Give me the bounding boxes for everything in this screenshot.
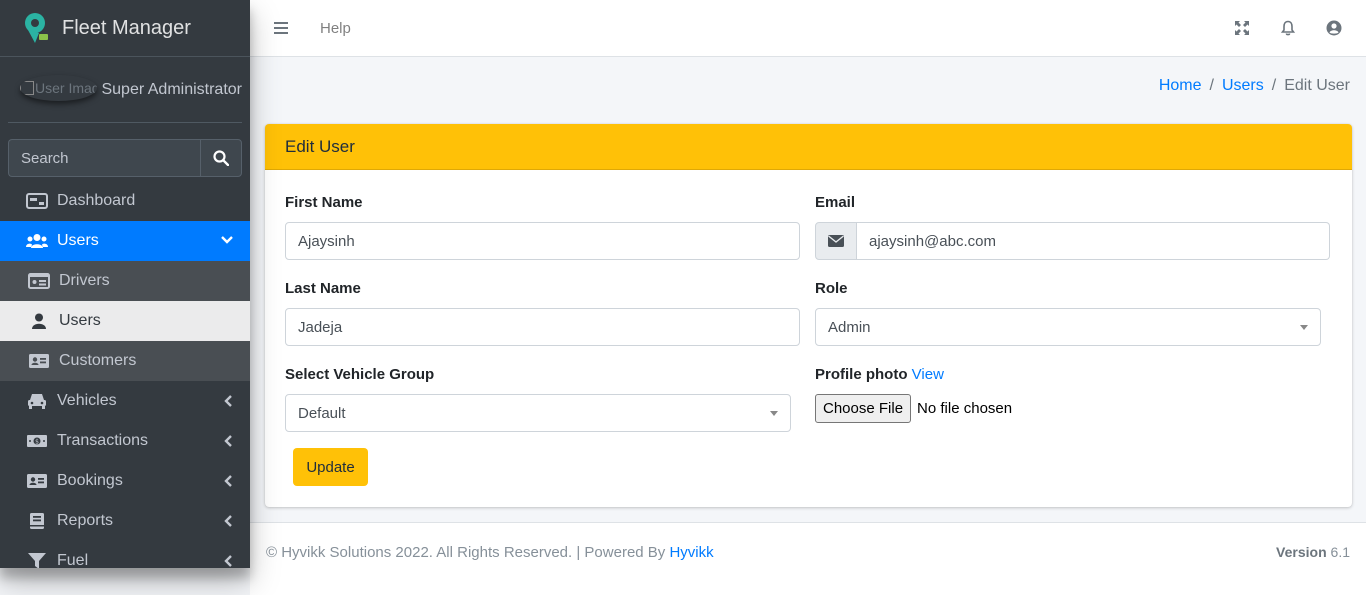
sidebar-item-label: Bookings [57, 472, 123, 489]
first-name-label: First Name [285, 194, 363, 211]
avatar-alt-text: User Image [35, 79, 98, 96]
sidebar-item-bookings[interactable]: Bookings [0, 461, 250, 501]
vehicle-group-label: Select Vehicle Group [285, 366, 435, 383]
brand-name: Fleet Manager [62, 16, 191, 39]
card-title: Edit User [265, 124, 1352, 170]
sidebar: Fleet Manager User Image Super Administr… [0, 0, 250, 568]
sidebar-item-label: Users [59, 312, 101, 329]
vehicle-group-select[interactable]: Default [285, 394, 791, 432]
sidebar-item-label: Vehicles [57, 392, 117, 409]
update-button[interactable]: Update [293, 448, 368, 486]
footer-copyright: © Hyvikk Solutions 2022. All Rights Rese… [266, 544, 714, 561]
chevron-down-icon [221, 236, 233, 244]
sidebar-item-label: Users [57, 232, 99, 249]
fullscreen-icon[interactable] [1234, 20, 1250, 36]
caret-down-icon [770, 411, 778, 416]
edit-user-card: Edit User First Name Ajaysinh Email ajay… [265, 124, 1352, 507]
email-label: Email [815, 194, 856, 211]
menu-toggle-icon[interactable] [274, 22, 288, 34]
role-label: Role [815, 280, 848, 297]
dashboard-icon [26, 192, 48, 210]
search-input[interactable]: Search [8, 139, 200, 177]
role-select-value: Admin [828, 318, 871, 336]
breadcrumb-home[interactable]: Home [1159, 77, 1202, 95]
chevron-left-icon [224, 435, 232, 447]
caret-down-icon [1300, 325, 1308, 330]
brand-logo-icon [25, 13, 48, 43]
brand-link[interactable]: Fleet Manager [0, 0, 250, 57]
chevron-left-icon [224, 555, 232, 567]
version-value: 6.1 [1330, 544, 1350, 560]
sidebar-item-label: Reports [57, 512, 114, 529]
role-select[interactable]: Admin [815, 308, 1321, 346]
user-name-link[interactable]: Super Administrator [101, 81, 242, 99]
breadcrumb-current: Edit User [1284, 77, 1350, 94]
chevron-left-icon [224, 515, 232, 527]
avatar[interactable]: User Image [20, 75, 97, 101]
profile-photo-label: Profile photo View [815, 366, 944, 383]
sidebar-item-label: Transactions [57, 432, 148, 449]
address-card-icon [26, 472, 48, 490]
search-button[interactable] [200, 139, 242, 177]
sidebar-item-label: Fuel [57, 552, 89, 568]
first-name-input[interactable]: Ajaysinh [285, 222, 800, 260]
sidebar-item-label: Dashboard [57, 192, 136, 209]
breadcrumb-users[interactable]: Users [1222, 77, 1264, 95]
last-name-input[interactable]: Jadeja [285, 308, 800, 346]
sidebar-item-users-list[interactable]: Users [0, 301, 250, 341]
broken-image-icon [20, 80, 34, 95]
sidebar-nav: Dashboard Users Drivers Users Customers … [0, 181, 250, 568]
vehicle-group-value: Default [298, 404, 346, 422]
svg-text:$: $ [35, 439, 39, 446]
user-icon [28, 312, 50, 330]
sidebar-item-users[interactable]: Users [0, 221, 250, 261]
profile-photo-label-text: Profile photo [815, 366, 908, 383]
email-field: ajaysinh@abc.com [815, 222, 1330, 260]
help-link[interactable]: Help [320, 20, 351, 37]
breadcrumb: Home / Users / Edit User [1159, 77, 1350, 95]
footer: © Hyvikk Solutions 2022. All Rights Rese… [250, 522, 1366, 595]
bell-icon[interactable] [1280, 20, 1296, 36]
search-icon [213, 150, 229, 166]
sidebar-item-drivers[interactable]: Drivers [0, 261, 250, 301]
car-icon [26, 392, 48, 410]
copyright-text: © Hyvikk Solutions 2022. All Rights Rese… [266, 544, 666, 561]
sidebar-item-vehicles[interactable]: Vehicles [0, 381, 250, 421]
sidebar-search: Search [8, 139, 242, 177]
footer-version: Version 6.1 [1276, 544, 1350, 560]
id-card-icon [28, 272, 50, 290]
user-panel: User Image Super Administrator [8, 57, 242, 123]
email-addon [815, 222, 857, 260]
sidebar-item-transactions[interactable]: $ Transactions [0, 421, 250, 461]
last-name-label: Last Name [285, 280, 361, 297]
sidebar-item-customers[interactable]: Customers [0, 341, 250, 381]
sidebar-item-label: Customers [59, 352, 137, 369]
file-status-text: No file chosen [917, 400, 1013, 417]
sidebar-item-dashboard[interactable]: Dashboard [0, 181, 250, 221]
sidebar-item-reports[interactable]: Reports [0, 501, 250, 541]
profile-photo-file-input: Choose File No file chosen [815, 394, 1012, 423]
profile-photo-view-link[interactable]: View [912, 366, 944, 383]
email-input[interactable]: ajaysinh@abc.com [857, 222, 1330, 260]
user-circle-icon[interactable] [1326, 20, 1342, 36]
book-icon [26, 512, 48, 530]
users-icon [26, 232, 48, 250]
choose-file-button[interactable]: Choose File [815, 394, 912, 423]
filter-icon [26, 552, 48, 568]
money-icon: $ [26, 432, 48, 450]
address-card-icon [28, 352, 50, 370]
chevron-left-icon [224, 395, 232, 407]
top-navbar: Help [250, 0, 1366, 57]
envelope-icon [828, 235, 844, 247]
breadcrumb-separator: / [1271, 77, 1277, 94]
breadcrumb-separator: / [1209, 77, 1214, 94]
top-icons [1234, 20, 1342, 36]
version-label: Version [1276, 544, 1327, 560]
chevron-left-icon [224, 475, 232, 487]
sidebar-item-fuel[interactable]: Fuel [0, 541, 250, 568]
powered-by-link[interactable]: Hyvikk [669, 544, 713, 561]
sidebar-item-label: Drivers [59, 272, 110, 289]
